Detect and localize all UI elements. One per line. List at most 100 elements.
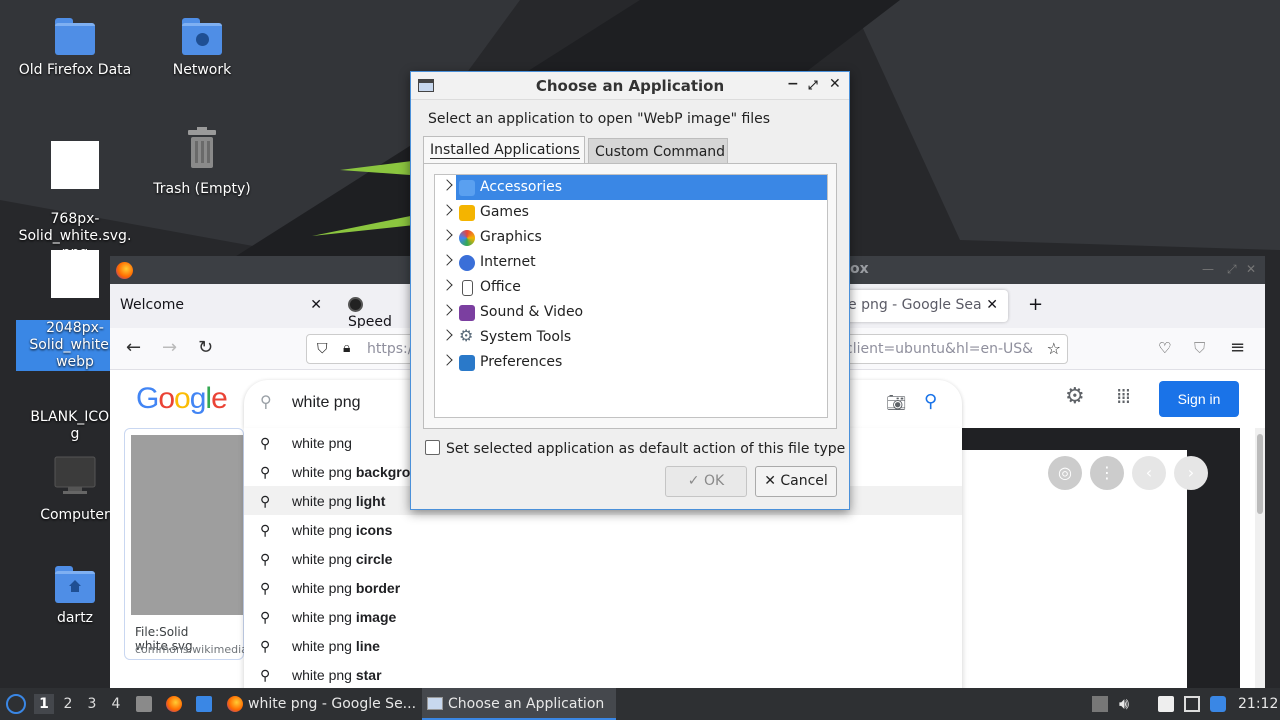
category-sound-video[interactable]: Sound & Video: [435, 300, 827, 325]
back-button[interactable]: ←: [126, 339, 141, 357]
suggestion-item[interactable]: ⚲ white png border: [244, 573, 962, 602]
maximize-button[interactable]: ⤢: [1227, 262, 1237, 277]
internet-icon: [459, 255, 475, 271]
search-submit-icon[interactable]: ⚲: [924, 391, 937, 412]
workspace-2[interactable]: 2: [58, 694, 78, 714]
image-result-card[interactable]: File:Solid white.svg commons.wikimedia.: [124, 428, 251, 660]
more-options-icon[interactable]: ⋮: [1090, 456, 1124, 490]
scrollbar[interactable]: [1255, 428, 1265, 690]
settings-gear-icon[interactable]: ⚙: [1065, 384, 1085, 409]
maximize-button[interactable]: ⤢: [808, 78, 818, 93]
reload-button[interactable]: ↻: [198, 339, 213, 357]
notification-icon[interactable]: [1210, 696, 1226, 712]
desktop-icon-network[interactable]: Network: [143, 18, 261, 79]
games-icon: [459, 205, 475, 221]
search-icon: ⚲: [260, 667, 271, 683]
tab-welcome[interactable]: Welcome ✕: [110, 290, 332, 322]
apps-grid-icon[interactable]: ⁞⁞⁞: [1116, 384, 1131, 408]
desktop-icon-old-firefox-data[interactable]: Old Firefox Data: [16, 18, 134, 79]
pocket-icon[interactable]: ♡: [1158, 339, 1171, 357]
suggestion-item[interactable]: ⚲ white png line: [244, 631, 962, 660]
previous-icon[interactable]: ‹: [1132, 456, 1166, 490]
search-icon: ⚲: [260, 609, 271, 625]
workspace-4[interactable]: 4: [106, 694, 126, 714]
search-icon: ⚲: [260, 392, 272, 411]
installed-applications-panel: Accessories Games Graphics Internet Offi…: [423, 163, 837, 429]
tray-arrow-icon[interactable]: [1092, 696, 1108, 712]
clipboard-icon[interactable]: [1158, 696, 1174, 712]
start-menu-icon[interactable]: [6, 694, 26, 714]
trash-icon: [143, 126, 261, 175]
firefox-icon: [116, 262, 133, 279]
category-accessories[interactable]: Accessories: [456, 175, 827, 200]
close-tab-icon[interactable]: ✕: [982, 297, 998, 313]
show-desktop-icon[interactable]: [196, 696, 212, 712]
workspace-1[interactable]: 1: [34, 694, 54, 714]
suggestion-item[interactable]: ⚲ white png circle: [244, 544, 962, 573]
default-action-checkbox-row[interactable]: Set selected application as default acti…: [425, 440, 845, 457]
camera-icon[interactable]: 📷︎: [886, 393, 906, 412]
search-icon: ⚲: [260, 551, 271, 567]
result-thumbnail[interactable]: [131, 435, 243, 615]
minimize-button[interactable]: —: [1202, 262, 1214, 276]
clock[interactable]: 21:12: [1238, 688, 1278, 720]
dialog-titlebar[interactable]: Choose an Application − ⤢ ✕: [411, 72, 849, 100]
home-folder-icon: [55, 566, 95, 604]
network-folder-icon: [182, 18, 222, 56]
category-graphics[interactable]: Graphics: [435, 225, 827, 250]
bookmark-star-icon[interactable]: ☆: [1047, 339, 1061, 358]
network-monitor-icon[interactable]: [1184, 696, 1200, 712]
tab-speed[interactable]: Speed: [338, 290, 408, 330]
desktop-icon-trash[interactable]: Trash (Empty): [143, 126, 261, 198]
file-manager-launcher-icon[interactable]: [136, 696, 152, 712]
sound-video-icon: [459, 305, 475, 321]
search-icon: ⚲: [260, 493, 271, 509]
close-tab-icon[interactable]: ✕: [310, 297, 322, 313]
application-tree: Accessories Games Graphics Internet Offi…: [434, 174, 828, 418]
minimize-button[interactable]: −: [787, 76, 799, 92]
search-icon: ⚲: [260, 522, 271, 538]
cancel-button[interactable]: ✕ Cancel: [755, 466, 837, 497]
search-icon: ⚲: [260, 464, 271, 480]
category-system-tools[interactable]: ⚙ System Tools: [435, 325, 827, 350]
volume-icon[interactable]: 🔊︎: [1119, 688, 1129, 720]
window-icon: [427, 697, 443, 710]
default-action-checkbox[interactable]: [425, 440, 440, 455]
category-games[interactable]: Games: [435, 200, 827, 225]
category-preferences[interactable]: Preferences: [435, 350, 827, 375]
extension-shield-icon[interactable]: ⛉: [1194, 339, 1205, 357]
system-tools-icon: ⚙: [459, 326, 474, 345]
suggestion-item[interactable]: ⚲ white png icons: [244, 515, 962, 544]
suggestion-item[interactable]: ⚲ white png star: [244, 660, 962, 689]
sign-in-button[interactable]: Sign in: [1159, 381, 1239, 417]
suggestion-item[interactable]: ⚲ white png image: [244, 602, 962, 631]
tab-google-search[interactable]: e png - Google Searc ✕: [838, 290, 1008, 322]
image-preview-panel: ◎ ⋮ ‹ ›: [962, 428, 1240, 690]
workspace-3[interactable]: 3: [82, 694, 102, 714]
graphics-icon: [459, 230, 475, 246]
accessories-icon: [459, 180, 475, 196]
new-tab-button[interactable]: +: [1018, 290, 1053, 322]
task-choose-application[interactable]: Choose an Application: [422, 688, 616, 720]
next-icon[interactable]: ›: [1174, 456, 1208, 490]
category-internet[interactable]: Internet: [435, 250, 827, 275]
tab-installed-applications[interactable]: Installed Applications: [423, 136, 585, 164]
check-icon: ✓: [687, 473, 700, 489]
preferences-icon: [459, 355, 475, 371]
folder-icon: [55, 18, 95, 56]
taskbar: 1 2 3 4 white png - Google Se... Choose …: [0, 688, 1280, 720]
firefox-launcher-icon[interactable]: [166, 696, 182, 712]
tab-custom-command[interactable]: Custom Command: [588, 138, 728, 164]
forward-button[interactable]: →: [162, 339, 177, 357]
lens-icon[interactable]: ◎: [1048, 456, 1082, 490]
category-office[interactable]: Office: [435, 275, 827, 300]
google-logo[interactable]: Google: [136, 382, 228, 416]
close-button[interactable]: ✕: [829, 76, 841, 92]
search-icon: ⚲: [260, 580, 271, 596]
menu-icon[interactable]: ≡: [1230, 339, 1245, 357]
ok-button[interactable]: ✓ OK: [665, 466, 747, 497]
lock-icon: 🔒︎: [343, 340, 351, 356]
close-button[interactable]: ✕: [1246, 262, 1256, 276]
task-firefox[interactable]: white png - Google Se...: [222, 688, 418, 720]
speedtest-icon: [348, 297, 363, 312]
